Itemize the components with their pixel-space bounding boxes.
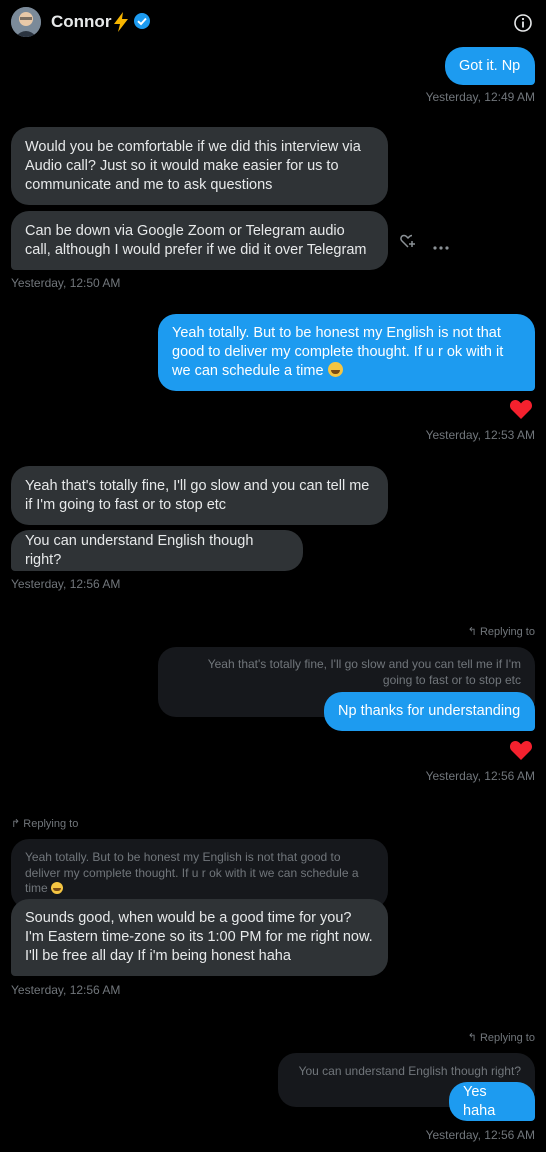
message-timestamp: Yesterday, 12:50 AM: [11, 276, 121, 290]
message-bubble-incoming[interactable]: Sounds good, when would be a good time f…: [11, 899, 388, 976]
message-timestamp: Yesterday, 12:56 AM: [11, 577, 121, 591]
avatar[interactable]: [11, 7, 41, 37]
info-icon[interactable]: [513, 13, 533, 38]
message-bubble-outgoing[interactable]: Got it. Np: [445, 47, 535, 85]
reply-arrow-icon: ↱: [11, 818, 21, 830]
message-bubble-incoming[interactable]: You can understand English though right?: [11, 530, 303, 571]
quoted-text: Yeah totally. But to be honest my Englis…: [25, 850, 359, 895]
replying-to-label: ↰ Replying to: [467, 1032, 535, 1044]
message-bubble-incoming[interactable]: Would you be comfortable if we did this …: [11, 127, 388, 205]
contact-name[interactable]: Connor: [51, 12, 111, 32]
message-bubble-incoming[interactable]: Can be down via Google Zoom or Telegram …: [11, 211, 388, 270]
message-bubble-outgoing[interactable]: Yeah totally. But to be honest my Englis…: [158, 314, 535, 391]
more-options-icon[interactable]: [433, 238, 449, 256]
message-bubble-incoming[interactable]: Yeah that's totally fine, I'll go slow a…: [11, 466, 388, 525]
replying-to-label: ↰ Replying to: [467, 626, 535, 638]
heart-reaction-icon[interactable]: [509, 739, 533, 765]
message-timestamp: Yesterday, 12:56 AM: [425, 769, 535, 783]
reply-arrow-icon: ↰: [467, 626, 477, 638]
message-timestamp: Yesterday, 12:49 AM: [425, 90, 535, 104]
message-text: Yeah totally. But to be honest my Englis…: [172, 325, 504, 379]
grinning-emoji-icon: [327, 362, 343, 377]
add-reaction-icon[interactable]: [399, 232, 417, 255]
message-bubble-outgoing[interactable]: Yes haha: [449, 1082, 535, 1121]
grinning-emoji-icon: [51, 882, 64, 894]
verified-badge-icon: [133, 12, 151, 35]
lightning-bolt-icon: [111, 11, 131, 38]
reply-arrow-icon: ↰: [467, 1032, 477, 1044]
message-timestamp: Yesterday, 12:53 AM: [425, 428, 535, 442]
replying-to-label: ↱ Replying to: [11, 818, 79, 830]
message-timestamp: Yesterday, 12:56 AM: [425, 1128, 535, 1142]
heart-reaction-icon[interactable]: [509, 398, 533, 424]
message-timestamp: Yesterday, 12:56 AM: [11, 983, 121, 997]
message-bubble-outgoing[interactable]: Np thanks for understanding: [324, 692, 535, 731]
